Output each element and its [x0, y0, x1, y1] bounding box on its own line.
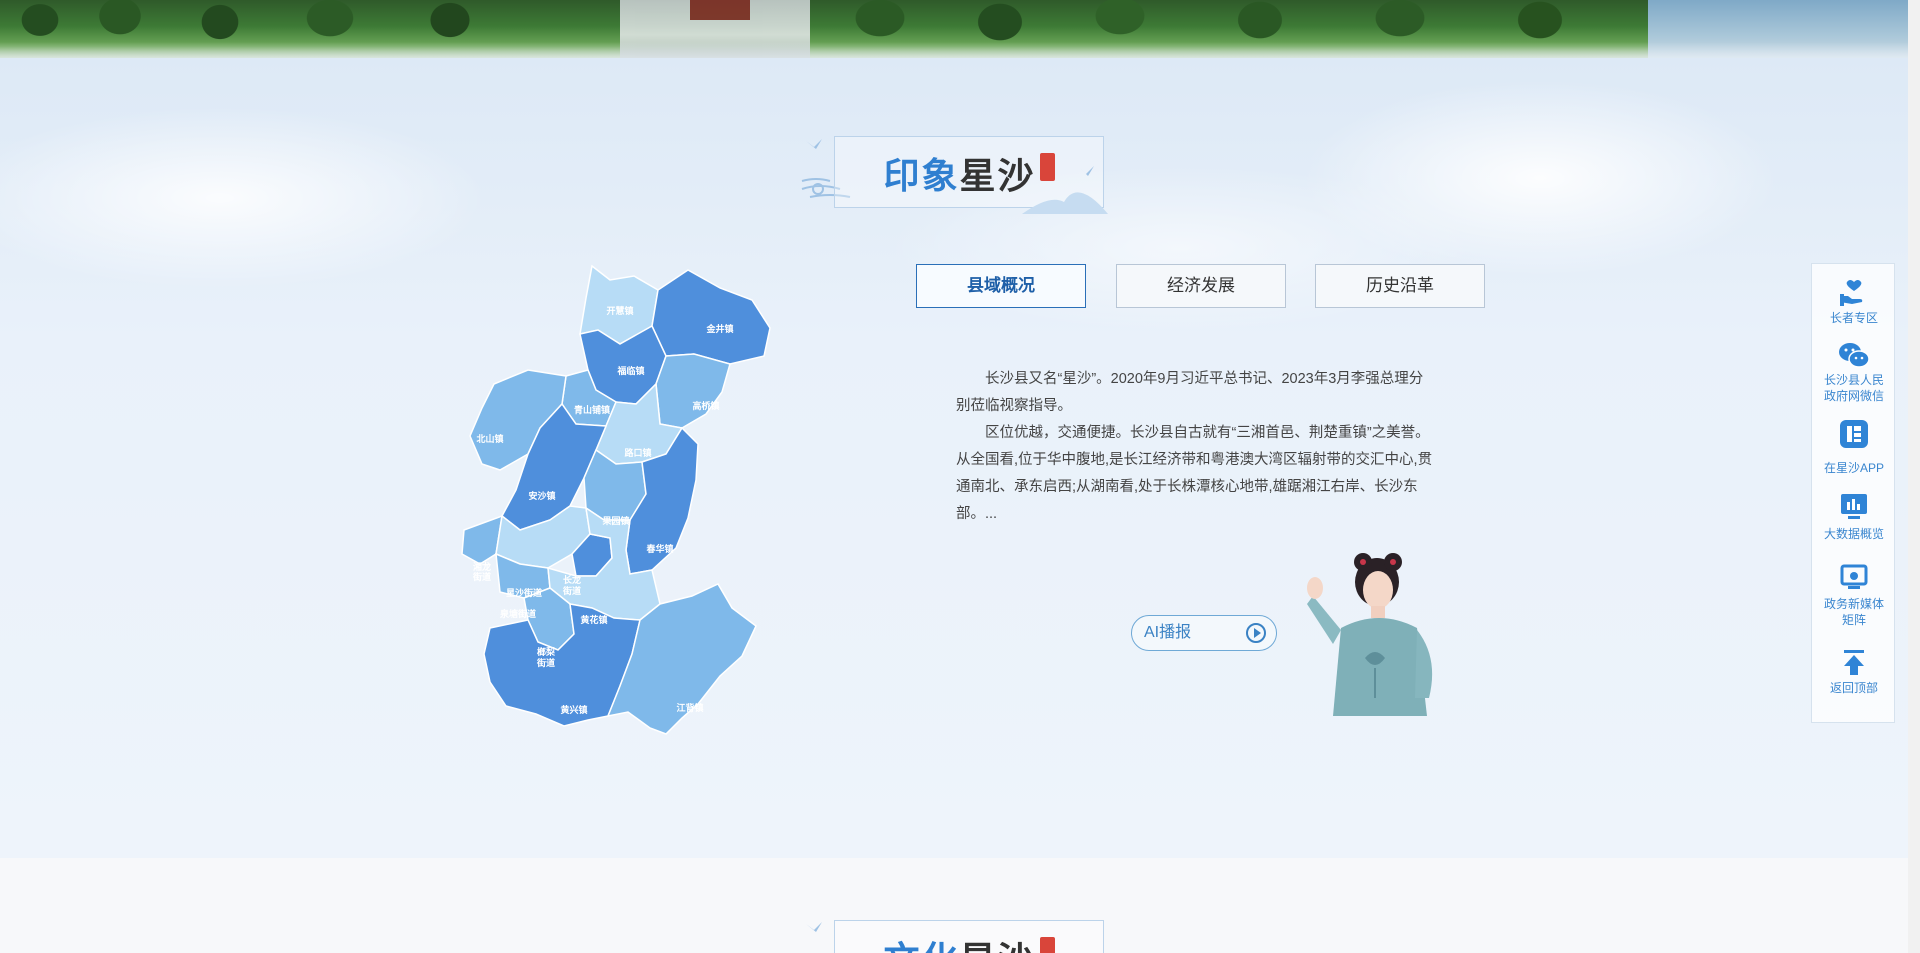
- section-title-box: 文化星沙: [834, 920, 1104, 953]
- culture-section: 文化星沙: [0, 858, 1908, 953]
- ai-broadcast-button[interactable]: AI播报: [1131, 615, 1277, 651]
- tab-history[interactable]: 历史沿革: [1315, 264, 1485, 308]
- map-region-label: 湘龙: [473, 561, 491, 573]
- map-region-label: 春华镇: [645, 543, 673, 555]
- map-region-label: 路口镇: [624, 447, 651, 459]
- map-region[interactable]: [651, 269, 771, 365]
- map-region-label: 街道: [562, 585, 581, 597]
- header-banner-image: [0, 0, 1908, 58]
- map-region-label: 黄兴镇: [560, 704, 587, 716]
- county-map: 开慧镇 金井镇 福临镇 青山铺镇 高桥镇 北山镇 路口镇 安沙镇 果园镇 春华镇…: [461, 264, 771, 735]
- map-region-label: 榔梨: [537, 646, 556, 658]
- elder-care-icon: [1840, 280, 1863, 306]
- impression-section: 印象星沙 县域概况 经济发展 历史沿革 长沙县又名“星沙”。2020年9月习近平…: [0, 58, 1908, 858]
- sidebar-item-elder-zone[interactable]: 长者专区: [1812, 278, 1896, 326]
- sidebar-item-big-data[interactable]: 大数据概览: [1812, 492, 1896, 542]
- county-description: 长沙县又名“星沙”。2020年9月习近平总书记、2023年3月李强总理分别莅临视…: [956, 366, 1434, 528]
- media-matrix-icon: [1840, 564, 1868, 589]
- data-screen-icon: [1841, 494, 1867, 519]
- page-scrollbar[interactable]: [1908, 0, 1920, 953]
- virtual-host-avatar: [1307, 553, 1433, 716]
- map-region-label: 开慧镇: [606, 305, 633, 317]
- map-region-label: 街道: [536, 657, 555, 669]
- description-paragraph: 长沙县又名“星沙”。2020年9月习近平总书记、2023年3月李强总理分别莅临视…: [956, 371, 1424, 414]
- map-region-label: 街道: [472, 571, 491, 583]
- sidebar-item-app[interactable]: 在星沙APP: [1812, 420, 1896, 476]
- sidebar-item-back-to-top[interactable]: 返回顶部: [1812, 648, 1896, 696]
- map-region-label: 果园镇: [601, 515, 629, 527]
- map-region-label: 青山铺镇: [574, 404, 610, 416]
- map-region-label: 福临镇: [616, 365, 644, 377]
- map-region-label: 江背镇: [676, 702, 703, 714]
- description-paragraph: 区位优越，交通便捷。长沙县自古就有“三湘首邑、荆楚重镇”之美誉。从全国看,位于华…: [956, 425, 1433, 522]
- floating-sidebar: 长者专区 长沙县人民 政府网微信 在星沙APP 大数据概览 政务新媒体 矩阵 返…: [1811, 263, 1895, 723]
- map-region-label: 金井镇: [705, 323, 733, 335]
- sidebar-item-media-matrix[interactable]: 政务新媒体 矩阵: [1812, 562, 1896, 628]
- wechat-icon: [1839, 343, 1870, 368]
- map-region-label: 黄花镇: [580, 614, 607, 626]
- map-region-label: 长龙: [563, 574, 581, 586]
- app-icon: [1840, 420, 1868, 448]
- red-seal-icon: [1039, 937, 1055, 953]
- sidebar-item-wechat[interactable]: 长沙县人民 政府网微信: [1812, 340, 1896, 404]
- map-region[interactable]: [655, 353, 731, 429]
- section-title: 文化星沙: [835, 931, 1103, 953]
- tab-economic-development[interactable]: 经济发展: [1116, 264, 1286, 308]
- mountain-decoration-icon: [1022, 166, 1108, 214]
- map-region-label: 泉塘街道: [499, 608, 536, 620]
- map-region-label: 高桥镇: [692, 400, 719, 412]
- map-region-label: 北山镇: [476, 433, 503, 445]
- play-icon: [1246, 623, 1266, 643]
- map-region-label: 星沙街道: [506, 587, 542, 599]
- tab-county-overview[interactable]: 县域概况: [916, 264, 1086, 308]
- back-to-top-icon: [1844, 650, 1864, 675]
- map-region-label: 安沙镇: [528, 490, 555, 502]
